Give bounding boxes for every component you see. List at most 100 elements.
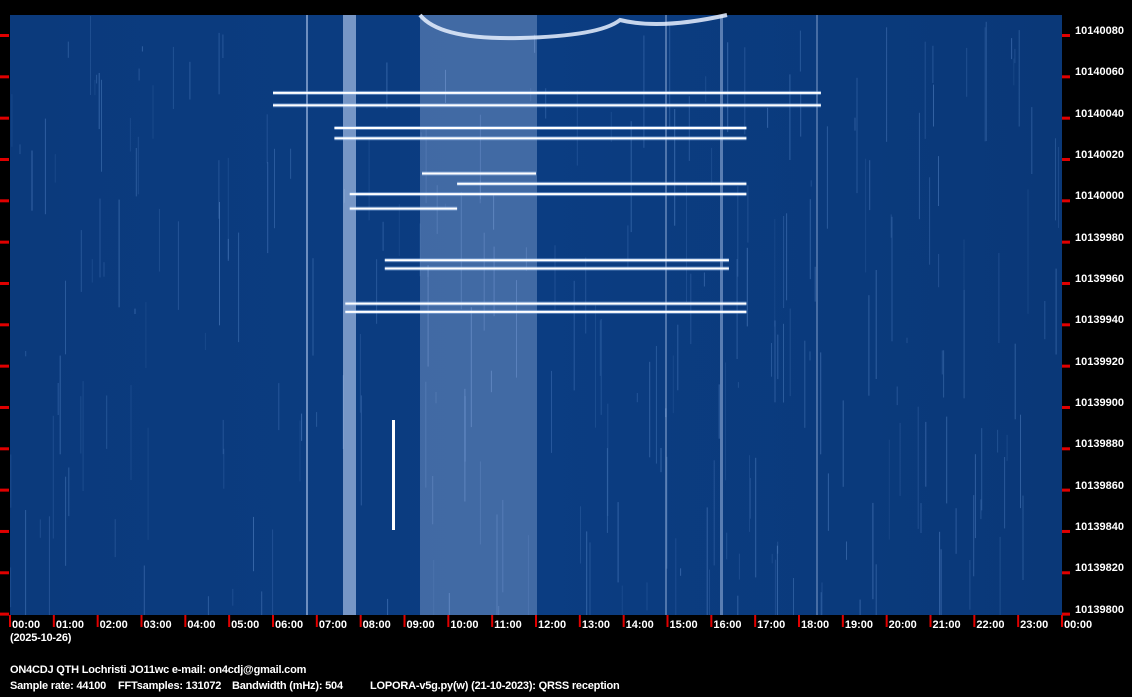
y-tick-left [0,612,9,616]
y-tick-left [0,34,9,37]
x-tick-label: 22:00 [976,619,1005,631]
noise-streak [223,448,225,489]
noise-streak [1020,414,1021,509]
x-tick-label: 00:00 [1064,619,1093,631]
y-tick-right [1062,488,1070,492]
x-tick-label: 01:00 [55,619,84,631]
x-tick [9,615,11,627]
y-tick-label: 10139980 [1075,231,1124,244]
noise-streak [804,340,806,428]
noise-streak [649,361,651,458]
y-tick-left [0,405,9,409]
y-tick-right [1062,447,1070,451]
noise-streak [59,355,61,455]
x-tick-label: 04:00 [187,619,216,631]
noise-streak [955,508,957,554]
spectrogram-plot [0,13,1070,627]
noise-streak [207,596,209,615]
station-info: ON4CDJ QTH Lochristi JO11wc e-mail: on4c… [10,664,307,676]
noise-streak [67,41,69,58]
x-tick [1061,615,1063,627]
noise-streak [809,199,811,280]
y-tick-right [1062,612,1070,616]
noise-streak [872,502,874,600]
y-tick-left [0,323,9,327]
noise-streak [997,429,999,453]
noise-streak [737,595,739,615]
noise-streak [737,382,739,388]
noise-streak [551,370,552,453]
noise-streak [939,531,941,615]
noise-streak [749,455,750,532]
x-tick [754,615,757,627]
noise-streak [846,541,847,560]
noise-streak [103,262,105,277]
y-tick-left [0,199,9,203]
y-tick-right [1062,364,1070,368]
noise-streak [749,478,751,519]
y-tick-left [0,529,9,533]
noise-streak [985,21,987,142]
noise-streak [145,302,147,368]
noise-streak [918,112,920,220]
noise-streak [44,118,46,215]
noise-streak [589,542,591,615]
noise-streak [204,332,206,350]
noise-streak [189,61,191,100]
noise-streak [152,85,154,139]
noise-streak [940,549,942,615]
x-tick [841,615,844,627]
noise-streak [777,334,779,380]
noise-streak [158,208,160,272]
noise-streak [387,598,389,615]
noise-streak [360,395,362,506]
signal-trace [273,104,821,107]
y-tick-label: 10140000 [1075,190,1124,203]
x-tick-label: 08:00 [362,619,391,631]
y-tick-right [1062,405,1070,409]
x-tick-label: 21:00 [932,619,961,631]
noise-streak [11,94,13,147]
noise-streak [789,308,791,397]
noise-streak [82,381,84,491]
noise-streak [686,183,687,302]
noise-streak [827,473,829,531]
y-tick-label: 10140060 [1075,66,1124,79]
x-tick-label: 19:00 [844,619,873,631]
noise-streak [774,320,776,403]
noise-streak [868,295,870,396]
y-tick-label: 10139880 [1075,438,1124,451]
noise-streak [767,107,769,128]
noise-streak [68,467,70,517]
noise-streak [1058,147,1059,228]
y-tick-label: 10139800 [1075,603,1124,616]
y-tick-right [1062,75,1070,79]
noise-streak [172,46,174,109]
noise-streak [1004,457,1006,529]
noise-streak [933,84,934,127]
noise-streak [865,158,867,273]
noise-streak [1031,107,1033,174]
x-tick-label: 05:00 [231,619,260,631]
noise-streak [711,147,713,186]
noise-streak [669,24,671,128]
y-tick-label: 10140040 [1075,107,1124,120]
signal-trace [345,302,747,305]
noise-streak [800,91,802,137]
noise-streak [607,403,609,516]
y-tick-right [1062,323,1070,327]
noise-streak [925,421,927,487]
software-info: LOPORA-v5g.py(w) (21-10-2023): QRSS rece… [370,680,620,692]
sample-rate: Sample rate: 44100 [10,680,107,692]
noise-streak [80,230,82,292]
noise-streak [272,529,274,615]
noise-streak [705,76,707,102]
noise-streak [771,343,772,377]
x-tick [535,615,537,627]
y-tick-right [1062,529,1070,533]
noise-streak [747,185,749,243]
noise-streak [932,45,934,83]
noise-streak [771,553,773,564]
noise-streak [143,565,145,615]
noise-streak [799,30,801,72]
